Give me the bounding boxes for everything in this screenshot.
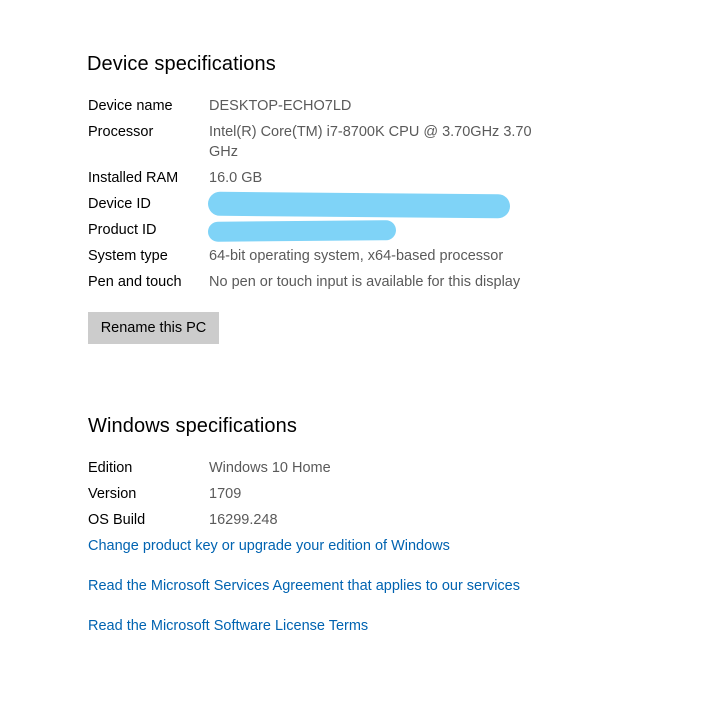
installed-ram-label: Installed RAM [88,170,179,186]
system-type-value: 64-bit operating system, x64-based proce… [209,248,504,264]
product-id-redaction [207,220,397,242]
system-type-label: System type [88,248,168,264]
pen-and-touch-value: No pen or touch input is available for t… [209,274,521,290]
edition-label: Edition [88,460,133,476]
product-id-label: Product ID [88,222,157,238]
windows-specifications-heading: Windows specifications [88,415,297,437]
os-build-value: 16299.248 [209,512,278,528]
microsoft-software-license-terms-link[interactable]: Read the Microsoft Software License Term… [88,616,368,636]
edition-value: Windows 10 Home [209,460,331,476]
rename-this-pc-button[interactable]: Rename this PC [88,312,219,344]
device-id-label: Device ID [88,196,151,212]
version-label: Version [88,486,137,502]
device-id-redaction [207,191,511,219]
device-name-label: Device name [88,98,173,114]
microsoft-services-agreement-link[interactable]: Read the Microsoft Services Agreement th… [88,576,520,596]
pen-and-touch-label: Pen and touch [88,274,182,290]
device-specifications-heading: Device specifications [87,53,276,75]
device-name-value: DESKTOP-ECHO7LD [209,98,352,114]
version-value: 1709 [209,486,242,502]
installed-ram-value: 16.0 GB [209,170,263,186]
change-product-key-link[interactable]: Change product key or upgrade your editi… [88,536,450,556]
processor-label: Processor [88,124,154,140]
processor-value: Intel(R) Core(TM) i7-8700K CPU @ 3.70GHz… [209,124,532,160]
os-build-label: OS Build [88,512,146,528]
